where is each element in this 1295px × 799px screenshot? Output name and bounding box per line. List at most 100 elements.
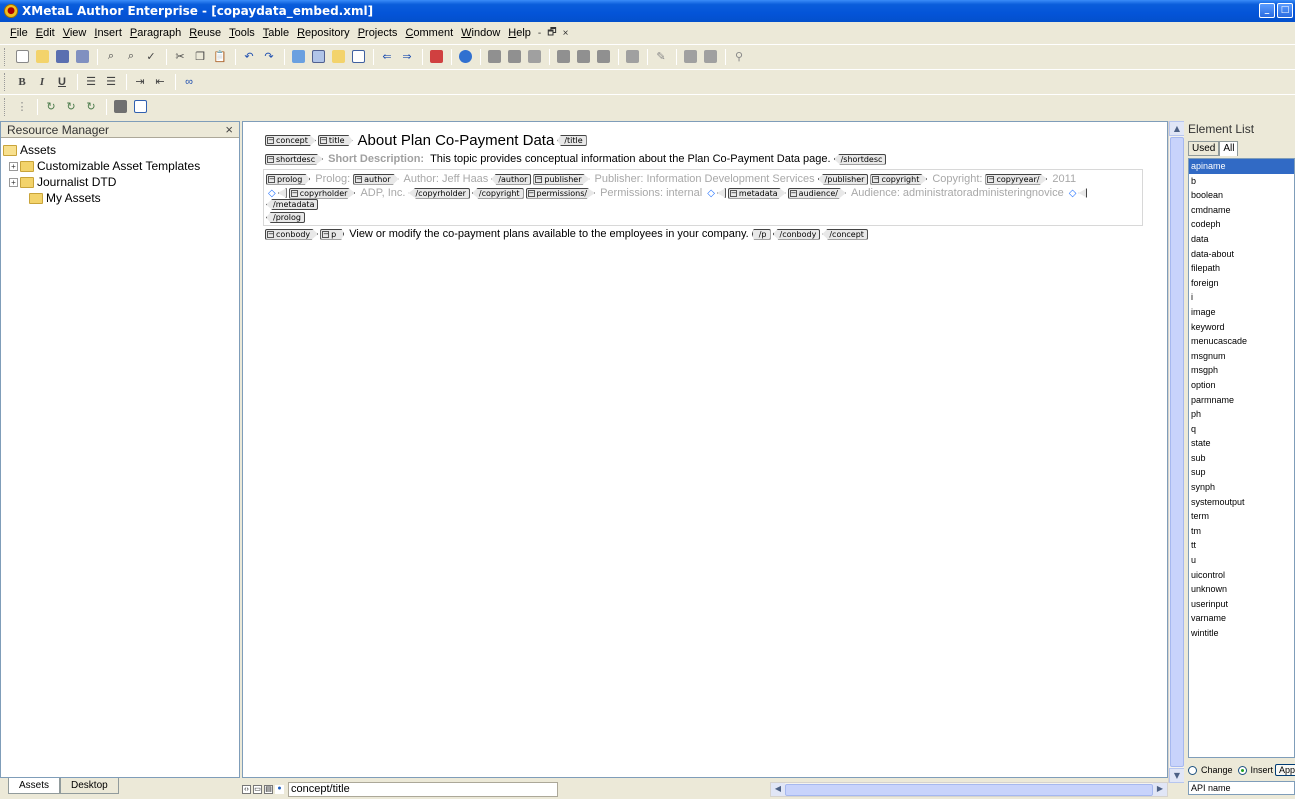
reuse-insert-icon[interactable] xyxy=(505,48,523,66)
scroll-right-icon[interactable]: ▶ xyxy=(1153,783,1167,796)
grid-icon[interactable] xyxy=(131,98,149,116)
element-list-item[interactable]: term xyxy=(1189,509,1294,524)
tag-copyrholder-open[interactable]: − copyrholder xyxy=(288,187,356,199)
tree-structure-icon[interactable]: ⋮ xyxy=(13,98,31,116)
insert-image-icon[interactable] xyxy=(289,48,307,66)
element-list-item[interactable]: image xyxy=(1189,305,1294,320)
scroll-thumb[interactable] xyxy=(1170,137,1184,767)
menu-insert[interactable]: Insert xyxy=(90,22,126,44)
element-list-item[interactable]: data-about xyxy=(1189,247,1294,262)
back-arrow-icon[interactable]: ⇐ xyxy=(378,48,396,66)
validate-icon[interactable] xyxy=(427,48,445,66)
element-list-item[interactable]: uicontrol xyxy=(1189,568,1294,583)
tags-view-icon[interactable] xyxy=(349,48,367,66)
document-title[interactable]: About Plan Co-Payment Data xyxy=(358,132,555,149)
menu-comment[interactable]: Comment xyxy=(401,22,457,44)
tag-publisher-close[interactable]: /publisher xyxy=(817,173,869,185)
reuse-icon[interactable] xyxy=(485,48,503,66)
menu-reuse[interactable]: Reuse xyxy=(185,22,225,44)
publish-icon[interactable] xyxy=(623,48,641,66)
element-list-item[interactable]: i xyxy=(1189,290,1294,305)
scroll-left-icon[interactable]: ◀ xyxy=(771,783,785,796)
element-list-item[interactable]: msgph xyxy=(1189,363,1294,378)
publisher-text[interactable]: Publisher: Information Development Servi… xyxy=(595,173,815,185)
element-list-item[interactable]: state xyxy=(1189,436,1294,451)
audience-text[interactable]: Audience: administratoradministeringnovi… xyxy=(851,187,1064,199)
comment-icon[interactable] xyxy=(681,48,699,66)
mdi-close-button[interactable]: × xyxy=(560,28,572,39)
element-list-item[interactable]: b xyxy=(1189,174,1294,189)
element-list-item[interactable]: apiname xyxy=(1189,159,1294,174)
permissions-text[interactable]: Permissions: internal xyxy=(600,187,702,199)
toolbar-grip[interactable] xyxy=(4,47,7,66)
element-list-item[interactable]: sub xyxy=(1189,451,1294,466)
mdi-restore-button[interactable]: 🗗 xyxy=(544,25,559,42)
tree-item-journalist-dtd[interactable]: + Journalist DTD xyxy=(3,174,239,190)
italic-button[interactable]: I xyxy=(33,73,51,91)
menu-projects[interactable]: Projects xyxy=(354,22,402,44)
element-list-item[interactable]: keyword xyxy=(1189,320,1294,335)
tree-item-assets[interactable]: Assets xyxy=(3,142,239,158)
copyright-year[interactable]: 2011 xyxy=(1052,173,1076,185)
tag-concept-close[interactable]: /concept xyxy=(822,228,868,240)
element-list-item[interactable]: userinput xyxy=(1189,597,1294,612)
spell-check-icon[interactable]: ✓ xyxy=(142,48,160,66)
copy-icon[interactable]: ❐ xyxy=(191,48,209,66)
element-list-item[interactable]: sup xyxy=(1189,465,1294,480)
normal-view-icon[interactable]: ▭ xyxy=(253,784,262,794)
minimize-button[interactable]: _ xyxy=(1259,3,1275,18)
refresh-icon[interactable]: ↻ xyxy=(42,98,60,116)
element-list-item[interactable]: filepath xyxy=(1189,261,1294,276)
element-list-item[interactable]: parmname xyxy=(1189,393,1294,408)
scroll-down-icon[interactable]: ▼ xyxy=(1169,768,1185,783)
indent-icon[interactable]: ⇥ xyxy=(131,73,149,91)
mdi-minimize-button[interactable]: - xyxy=(535,28,544,39)
element-list-item[interactable]: varname xyxy=(1189,611,1294,626)
element-list-item[interactable]: menucascade xyxy=(1189,334,1294,349)
element-list-item[interactable]: synph xyxy=(1189,480,1294,495)
tag-audience[interactable]: − audience/ xyxy=(787,187,846,199)
tag-permissions[interactable]: − permissions/ xyxy=(525,187,596,199)
element-list-item[interactable]: tt xyxy=(1189,538,1294,553)
body-text[interactable]: View or modify the co-payment plans avai… xyxy=(349,228,748,240)
element-list-item[interactable]: q xyxy=(1189,422,1294,437)
forward-arrow-icon[interactable]: ⇒ xyxy=(398,48,416,66)
tag-copyright-open[interactable]: − copyright xyxy=(870,173,928,185)
menu-table[interactable]: Table xyxy=(259,22,293,44)
element-list-item[interactable]: systemoutput xyxy=(1189,495,1294,510)
save-icon[interactable] xyxy=(53,48,71,66)
repository-get-icon[interactable] xyxy=(574,48,592,66)
tag-author-close[interactable]: /author xyxy=(491,173,532,185)
tag-conbody-open[interactable]: − conbody xyxy=(265,228,319,240)
tag-publisher-open[interactable]: − publisher xyxy=(533,173,590,185)
expand-icon[interactable]: + xyxy=(9,177,18,187)
element-list-item[interactable]: ph xyxy=(1189,407,1294,422)
editor-horizontal-scrollbar[interactable]: ◀ ▶ xyxy=(770,782,1168,797)
tag-concept-open[interactable]: − concept xyxy=(265,135,316,146)
maximize-button[interactable]: □ xyxy=(1277,3,1293,18)
title-bar[interactable]: ● XMetaL Author Enterprise - [copaydata_… xyxy=(0,0,1295,22)
repository-put-icon[interactable] xyxy=(594,48,612,66)
bold-button[interactable]: B xyxy=(13,73,31,91)
tag-author-open[interactable]: − author xyxy=(353,173,399,185)
tag-copyrholder-close[interactable]: /copyrholder xyxy=(408,187,470,199)
undo-icon[interactable]: ↶ xyxy=(240,48,258,66)
sync-all-icon[interactable]: ↻ xyxy=(82,98,100,116)
element-list-item[interactable]: codeph xyxy=(1189,217,1294,232)
folder-view-icon[interactable] xyxy=(329,48,347,66)
underline-button[interactable]: U xyxy=(53,73,71,91)
change-radio[interactable] xyxy=(1188,765,1197,775)
element-list-item[interactable]: data xyxy=(1189,232,1294,247)
toolbar-grip[interactable] xyxy=(4,97,7,116)
element-list-item[interactable]: boolean xyxy=(1189,188,1294,203)
find-replace-icon[interactable]: ⌕ xyxy=(122,48,140,66)
numbered-list-icon[interactable]: ☰ xyxy=(82,73,100,91)
paste-icon[interactable]: 📋 xyxy=(211,48,229,66)
shortdesc-text[interactable]: This topic provides conceptual informati… xyxy=(430,153,831,165)
outdent-icon[interactable]: ⇤ xyxy=(151,73,169,91)
tag-conbody-close[interactable]: /conbody xyxy=(772,228,821,240)
tags-on-view-icon[interactable]: ‹› xyxy=(242,784,251,794)
cut-icon[interactable]: ✂ xyxy=(171,48,189,66)
flag-icon[interactable] xyxy=(111,98,129,116)
find-icon[interactable]: ⌕ xyxy=(102,48,120,66)
